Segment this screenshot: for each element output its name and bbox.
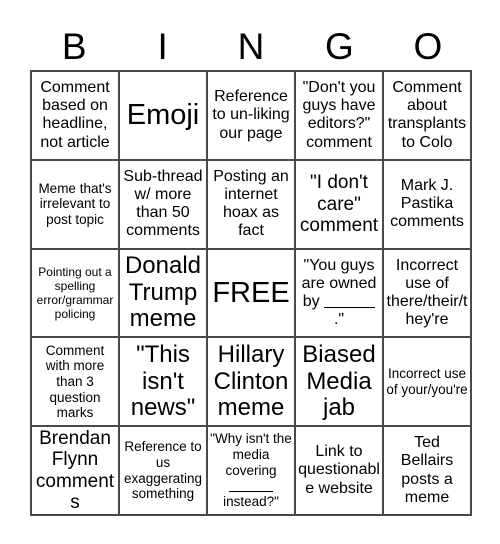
bingo-cell-label: Biased Media jab — [302, 341, 376, 421]
bingo-header-letter-b: B — [61, 25, 87, 67]
bingo-cell-label: Reference to us exaggerating something — [123, 439, 203, 502]
bingo-cell-label: Comment based on headline, not article — [40, 78, 110, 151]
bingo-cell-label: Posting an internet hoax as fact — [213, 167, 289, 240]
bingo-cell[interactable]: Mark J. Pastika comments — [384, 160, 472, 250]
fill-in-blank — [229, 479, 273, 492]
bingo-cell-label: "I don't care" comment — [299, 172, 379, 236]
bingo-cell-label: Comment about transplants to Colo — [387, 78, 467, 151]
bingo-cell[interactable]: Link to questionable website — [296, 427, 384, 516]
bingo-cell-label: Incorrect use of there/their/they're — [386, 256, 468, 329]
bingo-cell-label: Mark J. Pastika comments — [390, 176, 464, 231]
bingo-cell[interactable]: Donald Trump meme — [120, 249, 208, 339]
bingo-cell[interactable]: Comment about transplants to Colo — [384, 72, 472, 161]
bingo-cell[interactable]: Comment with more than 3 question marks — [32, 338, 120, 428]
bingo-cell-label: Comment with more than 3 question marks — [45, 342, 105, 421]
bingo-cell[interactable]: Ted Bellairs posts a meme — [384, 427, 472, 516]
bingo-cell-label: Reference to un-liking our page — [212, 88, 290, 142]
bingo-cell[interactable]: "Why isn't the media covering instead?" — [208, 427, 296, 516]
bingo-cell-label: Pointing out a spelling error/grammar po… — [36, 264, 114, 322]
bingo-cell[interactable]: "This isn't news" — [120, 338, 208, 428]
fill-in-blank — [324, 293, 376, 308]
bingo-cell-label: Meme that's irrelevant to post topic — [38, 180, 112, 228]
bingo-header-letter-o: O — [413, 25, 443, 67]
bingo-header-letter-n: N — [237, 25, 265, 67]
bingo-cell-label: FREE — [212, 276, 290, 309]
bingo-cell[interactable]: Posting an internet hoax as fact — [208, 160, 296, 250]
bingo-cell-label: Brendan Flynn comments — [35, 428, 115, 513]
bingo-grid: Comment based on headline, not article Em… — [30, 70, 472, 516]
bingo-cell-label: Ted Bellairs posts a meme — [400, 434, 454, 506]
bingo-cell[interactable]: Biased Media jab — [296, 338, 384, 428]
bingo-cell-label: "You guys are owned by ." — [301, 256, 377, 329]
bingo-cell-label: "Don't you guys have editors?" comment — [302, 78, 376, 151]
bingo-cell[interactable]: Emoji — [120, 72, 208, 161]
bingo-cell[interactable]: Incorrect use of there/their/they're — [384, 249, 472, 339]
bingo-cell[interactable]: Comment based on headline, not article — [32, 72, 120, 161]
bingo-cell-label: Donald Trump meme — [124, 252, 202, 333]
bingo-cell[interactable]: Hillary Clinton meme — [208, 338, 296, 428]
bingo-cell[interactable]: Sub-thread w/ more than 50 comments — [120, 160, 208, 250]
bingo-cell-label: Incorrect use of your/you're — [386, 366, 468, 397]
bingo-cell-label: Hillary Clinton meme — [213, 341, 289, 421]
bingo-cell-label: Emoji — [126, 99, 200, 132]
bingo-cell[interactable]: Reference to un-liking our page — [208, 72, 296, 161]
bingo-free-space[interactable]: FREE — [208, 249, 296, 339]
bingo-cell[interactable]: Brendan Flynn comments — [32, 427, 120, 516]
bingo-card: B I N G O Comment based on headline, not… — [0, 0, 500, 544]
bingo-cell[interactable]: Pointing out a spelling error/grammar po… — [32, 249, 120, 339]
bingo-cell-label: "This isn't news" — [130, 341, 196, 421]
bingo-header-row: B I N G O — [30, 22, 472, 70]
bingo-header-letter-i: I — [157, 25, 168, 67]
bingo-header-letter-g: G — [325, 25, 354, 67]
bingo-cell[interactable]: Incorrect use of your/you're — [384, 338, 472, 428]
bingo-cell-label: "Why isn't the media covering instead?" — [210, 431, 292, 510]
bingo-cell[interactable]: "You guys are owned by ." — [296, 249, 384, 339]
bingo-cell[interactable]: Reference to us exaggerating something — [120, 427, 208, 516]
bingo-cell[interactable]: "Don't you guys have editors?" comment — [296, 72, 384, 161]
bingo-cell[interactable]: "I don't care" comment — [296, 160, 384, 250]
bingo-cell[interactable]: Meme that's irrelevant to post topic — [32, 160, 120, 250]
bingo-cell-label: Sub-thread w/ more than 50 comments — [123, 167, 203, 240]
bingo-cell-label: Link to questionable website — [298, 443, 380, 497]
